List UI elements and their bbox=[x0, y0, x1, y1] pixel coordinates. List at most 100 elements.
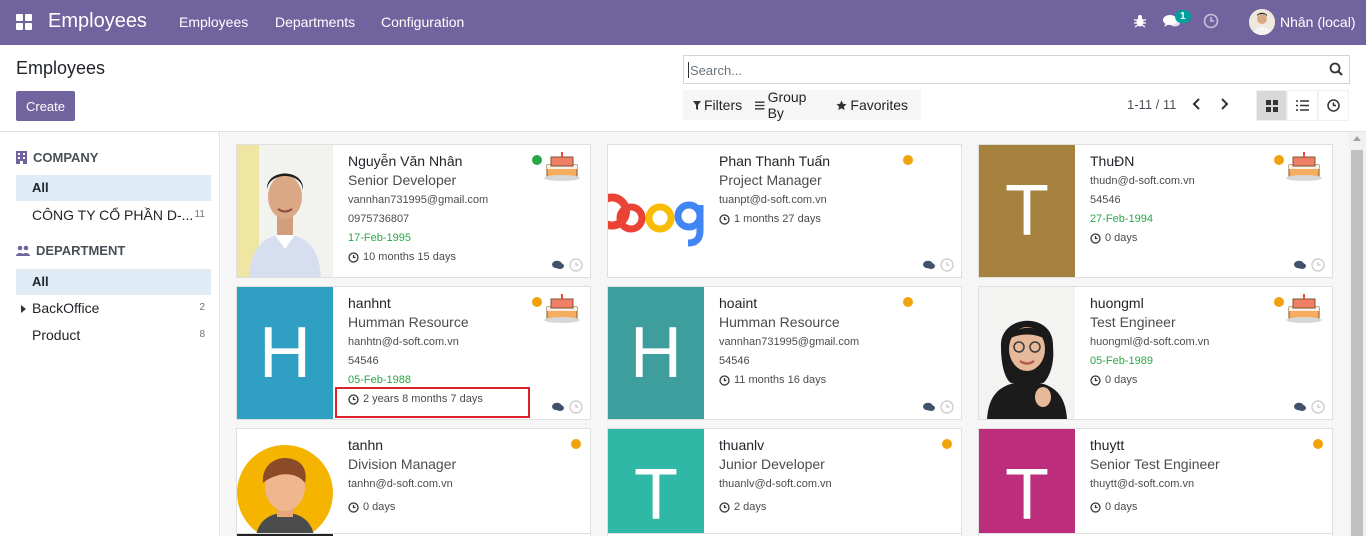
employee-photo bbox=[237, 429, 333, 536]
employee-tenure: 0 days bbox=[1090, 231, 1195, 245]
chat-icon[interactable] bbox=[1294, 402, 1306, 412]
activity-icon[interactable] bbox=[1311, 400, 1325, 414]
menu-departments[interactable]: Departments bbox=[275, 14, 355, 30]
filters-button[interactable]: Filters bbox=[693, 97, 742, 113]
activity-icon[interactable] bbox=[940, 400, 954, 414]
user-menu[interactable]: Nhân (local) bbox=[1249, 9, 1355, 35]
birthday-cake-icon bbox=[1286, 152, 1322, 181]
chat-count-badge: 1 bbox=[1175, 10, 1191, 23]
activity-icon[interactable] bbox=[569, 258, 583, 272]
activity-icon[interactable] bbox=[569, 400, 583, 414]
group-by-button[interactable]: Group By bbox=[755, 89, 823, 121]
department-item-label: Product bbox=[32, 327, 81, 343]
presence-status-dot bbox=[942, 439, 952, 449]
list-view-button[interactable] bbox=[1287, 90, 1318, 121]
activity-clock-icon[interactable] bbox=[1203, 13, 1219, 29]
employee-details: hoaint Humman Resource vannhan731995@gma… bbox=[719, 295, 859, 387]
create-button[interactable]: Create bbox=[16, 91, 75, 121]
department-all-item[interactable]: All bbox=[16, 269, 211, 295]
employee-card[interactable]: tanhn Division Manager tanhn@d-soft.com.… bbox=[236, 428, 591, 536]
presence-status-dot bbox=[903, 155, 913, 165]
chat-icon[interactable] bbox=[552, 402, 564, 412]
department-heading-label: DEPARTMENT bbox=[36, 243, 126, 258]
favorites-button[interactable]: Favorites bbox=[836, 97, 908, 113]
chat-icon[interactable] bbox=[1294, 260, 1306, 270]
chat-icon[interactable] bbox=[923, 402, 935, 412]
scroll-up-arrow-icon[interactable] bbox=[1353, 136, 1361, 141]
activity-view-button[interactable] bbox=[1318, 90, 1349, 121]
activity-icon[interactable] bbox=[940, 258, 954, 272]
star-icon bbox=[836, 100, 847, 110]
presence-status-dot bbox=[571, 439, 581, 449]
company-heading: COMPANY bbox=[16, 150, 98, 165]
clock-icon bbox=[348, 501, 359, 513]
department-item-backoffice[interactable]: BackOffice 2 bbox=[16, 295, 211, 321]
employee-card[interactable]: T ThuĐN thudn@d-soft.com.vn 54546 27-Feb… bbox=[978, 144, 1333, 278]
user-avatar bbox=[1249, 9, 1275, 35]
employee-name: Nguyễn Văn Nhân bbox=[348, 153, 463, 169]
employee-tenure: 0 days bbox=[1090, 373, 1209, 387]
expand-caret-icon[interactable] bbox=[21, 305, 26, 313]
top-navbar: Employees Employees Departments Configur… bbox=[0, 0, 1366, 45]
employee-phone: 54546 bbox=[1090, 194, 1121, 206]
company-all-item[interactable]: All bbox=[16, 175, 211, 201]
employee-card[interactable]: T thuanlv Junior Developer thuanlv@d-sof… bbox=[607, 428, 962, 536]
clock-icon bbox=[719, 501, 730, 513]
activity-icon[interactable] bbox=[1311, 258, 1325, 272]
search-icon[interactable] bbox=[1329, 62, 1343, 76]
presence-status-dot bbox=[1313, 439, 1323, 449]
employee-card[interactable]: H hoaint Humman Resource vannhan731995@g… bbox=[607, 286, 962, 420]
page-title: Employees bbox=[16, 58, 106, 78]
tenure-value: 0 days bbox=[1105, 232, 1138, 244]
highlight-annotation-box bbox=[335, 387, 530, 418]
employee-job: Humman Resource bbox=[348, 314, 469, 330]
employee-card[interactable]: T thuytt Senior Test Engineer thuytt@d-s… bbox=[978, 428, 1333, 536]
department-item-product[interactable]: Product 8 bbox=[16, 322, 211, 348]
employee-email: thuytt@d-soft.com.vn bbox=[1090, 478, 1195, 490]
vertical-scrollbar[interactable] bbox=[1349, 132, 1366, 536]
clock-icon bbox=[1327, 99, 1340, 112]
clock-icon bbox=[719, 374, 730, 386]
google-logo-icon bbox=[608, 193, 704, 247]
tenure-value: 0 days bbox=[1105, 374, 1138, 386]
company-item-count: 11 bbox=[194, 209, 205, 220]
employee-job: Senior Test Engineer bbox=[1090, 456, 1220, 472]
search-input[interactable]: Search... bbox=[683, 55, 1350, 84]
employee-card[interactable]: Nguyễn Văn Nhân Senior Developer vannhan… bbox=[236, 144, 591, 278]
control-panel: Employees Create Search... Filters Group… bbox=[0, 45, 1366, 132]
kanban-view-button[interactable] bbox=[1256, 90, 1287, 121]
apps-menu-icon[interactable] bbox=[16, 14, 32, 30]
pager-previous-icon[interactable] bbox=[1190, 96, 1204, 112]
debug-bug-icon[interactable] bbox=[1133, 14, 1147, 28]
employee-tenure: 10 months 15 days bbox=[348, 250, 488, 264]
menu-employees[interactable]: Employees bbox=[179, 14, 248, 30]
menu-configuration[interactable]: Configuration bbox=[381, 14, 464, 30]
favorites-label: Favorites bbox=[850, 97, 908, 113]
department-item-count: 8 bbox=[199, 329, 205, 340]
employee-details: huongml Test Engineer huongml@d-soft.com… bbox=[1090, 295, 1209, 387]
presence-status-dot bbox=[1274, 297, 1284, 307]
employee-name: hanhnt bbox=[348, 295, 391, 311]
chat-icon[interactable] bbox=[923, 260, 935, 270]
employee-job: Junior Developer bbox=[719, 456, 825, 472]
pager-next-icon[interactable] bbox=[1217, 96, 1231, 112]
user-name: Nhân (local) bbox=[1280, 14, 1356, 30]
cartoon-avatar-icon bbox=[237, 445, 333, 536]
employee-phone: 0975736807 bbox=[348, 213, 410, 225]
employee-details: tanhn Division Manager tanhn@d-soft.com.… bbox=[348, 437, 456, 514]
employee-card[interactable]: Phan Thanh Tuấn Project Manager tuanpt@d… bbox=[607, 144, 962, 278]
employee-email: thuanlv@d-soft.com.vn bbox=[719, 478, 832, 490]
employee-tenure: 2 days bbox=[719, 500, 832, 514]
employee-email: tuanpt@d-soft.com.vn bbox=[719, 194, 827, 206]
scrollbar-thumb[interactable] bbox=[1351, 150, 1363, 536]
employee-job: Project Manager bbox=[719, 172, 822, 188]
company-item[interactable]: CÔNG TY CỔ PHẦN D-... 11 bbox=[16, 202, 211, 228]
employee-email: vannhan731995@gmail.com bbox=[719, 336, 860, 348]
employee-card[interactable]: huongml Test Engineer huongml@d-soft.com… bbox=[978, 286, 1333, 420]
kanban-icon bbox=[1265, 99, 1278, 112]
pager-value[interactable]: 1-11 / 11 bbox=[1127, 97, 1176, 112]
employee-job: Humman Resource bbox=[719, 314, 840, 330]
app-title[interactable]: Employees bbox=[48, 10, 147, 33]
tenure-value: 0 days bbox=[1105, 501, 1138, 513]
chat-icon[interactable] bbox=[552, 260, 564, 270]
